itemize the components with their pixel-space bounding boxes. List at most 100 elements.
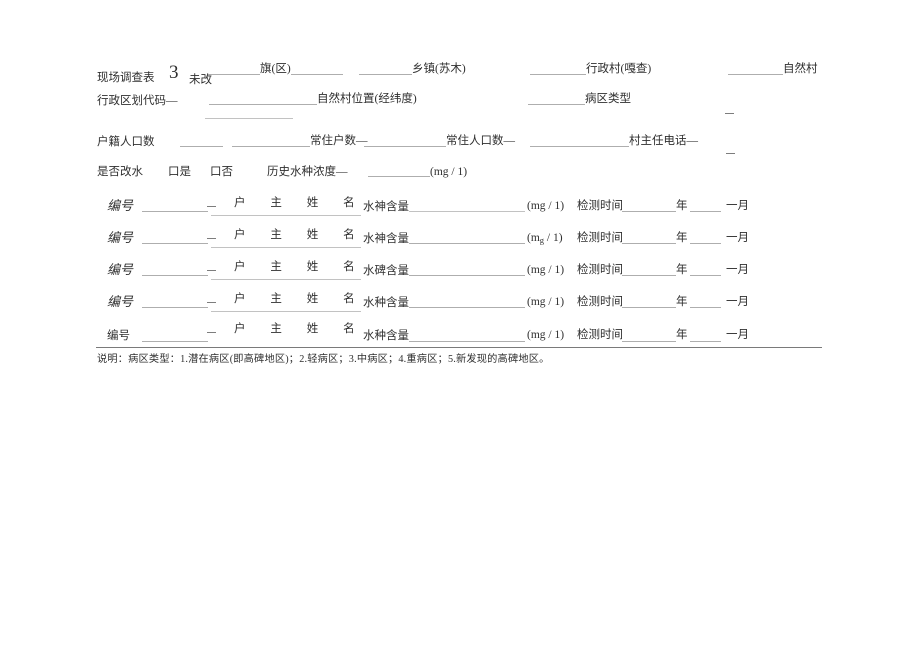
householder-blank[interactable]	[211, 215, 361, 216]
row-no-blank[interactable]	[142, 307, 208, 308]
year-blank[interactable]	[622, 307, 676, 308]
content-label: 水神含量	[363, 201, 409, 213]
document-page: 现场调查表 3 未改 旗(区) 乡镇(苏木) 行政村(嘎查) 自然村 行政区划代…	[0, 0, 920, 651]
changzhuhushu-blank[interactable]	[232, 146, 310, 147]
content-unit: (mg / 1)	[527, 296, 565, 308]
content-unit: (mg / 1)	[527, 264, 565, 276]
code-blank[interactable]	[209, 104, 317, 105]
xiangzhen-label: 乡镇(苏木)	[412, 63, 466, 75]
content-blank[interactable]	[409, 307, 525, 308]
gaishui-option-no[interactable]: 口否	[210, 166, 233, 179]
month-blank[interactable]	[690, 211, 721, 212]
row-no-label: 编号	[107, 230, 134, 245]
year-label: 年	[676, 200, 688, 212]
xingzhengcun-label: 行政村(嘎查)	[586, 63, 652, 75]
row-no-label: 编号	[107, 294, 134, 309]
content-blank[interactable]	[409, 341, 525, 342]
lishi-unit: (mg / 1)	[430, 166, 468, 178]
householder-blank[interactable]	[211, 279, 361, 280]
lishi-blank[interactable]	[368, 176, 430, 177]
header-dash-right	[725, 113, 734, 114]
householder-blank[interactable]	[211, 311, 361, 312]
householder-blank[interactable]	[211, 247, 361, 248]
hujiren-blank[interactable]	[180, 146, 223, 147]
xingzhengcun-blank[interactable]	[530, 74, 586, 75]
changzhurenkou-blank[interactable]	[364, 146, 446, 147]
content-label: 水种含量	[363, 330, 409, 342]
content-label: 水神含量	[363, 233, 409, 245]
year-label: 年	[676, 296, 688, 308]
month-label: 一月	[726, 232, 749, 244]
cunzhuren-blank[interactable]	[530, 146, 629, 147]
year-label: 年	[676, 329, 688, 341]
row-dash	[207, 270, 216, 271]
month-blank[interactable]	[690, 243, 721, 244]
row-dash	[207, 238, 216, 239]
row-no-blank[interactable]	[142, 211, 208, 212]
month-blank[interactable]	[690, 341, 721, 342]
content-unit: (mg / 1)	[527, 232, 563, 245]
month-blank[interactable]	[690, 275, 721, 276]
month-label: 一月	[726, 264, 749, 276]
month-label: 一月	[726, 296, 749, 308]
row-no-label: 编号	[107, 330, 130, 342]
code-blank-secondary[interactable]	[205, 118, 293, 119]
content-blank[interactable]	[409, 211, 525, 212]
row-no-label: 编号	[107, 262, 134, 277]
content-unit: (mg / 1)	[527, 329, 565, 341]
year-blank[interactable]	[622, 341, 676, 342]
content-unit: (mg / 1)	[527, 200, 565, 212]
content-blank[interactable]	[409, 243, 525, 244]
row-no-blank[interactable]	[142, 243, 208, 244]
month-blank[interactable]	[690, 307, 721, 308]
content-blank[interactable]	[409, 275, 525, 276]
xiangzhen-blank-a[interactable]	[291, 74, 343, 75]
bingqu-label: 病区类型	[585, 93, 631, 105]
row-dash	[207, 332, 216, 333]
xiangzhen-blank-b[interactable]	[359, 74, 412, 75]
phone-dash	[726, 153, 735, 154]
householder-label: 户 主 姓 名	[234, 261, 366, 273]
lishi-label: 历史水种浓度—	[267, 166, 348, 178]
content-label: 水碑含量	[363, 265, 409, 277]
year-blank[interactable]	[622, 275, 676, 276]
gaishui-label: 是否改水	[97, 166, 143, 178]
form-title-suffix: 未改	[189, 74, 212, 86]
householder-label: 户 主 姓 名	[234, 323, 366, 335]
time-label: 检测时间	[577, 264, 623, 276]
time-label: 检测时间	[577, 200, 623, 212]
zirancun-label: 自然村	[783, 63, 818, 75]
footnote: 说明：病区类型：1.潜在病区(即高碑地区)；2.轻病区；3.中病区；4.重病区；…	[97, 354, 550, 365]
time-label: 检测时间	[577, 329, 623, 341]
bingqu-blank[interactable]	[528, 104, 585, 105]
householder-label: 户 主 姓 名	[234, 293, 366, 305]
year-label: 年	[676, 264, 688, 276]
table-bottom-rule	[96, 347, 822, 348]
year-label: 年	[676, 232, 688, 244]
qu-label: 旗(区)	[260, 63, 291, 75]
householder-label: 户 主 姓 名	[234, 229, 366, 241]
row-no-blank[interactable]	[142, 275, 208, 276]
row-dash	[207, 206, 216, 207]
content-label: 水种含量	[363, 297, 409, 309]
row-dash	[207, 302, 216, 303]
year-blank[interactable]	[622, 243, 676, 244]
zirancun-blank[interactable]	[728, 74, 783, 75]
form-title-number: 3	[169, 62, 179, 83]
year-blank[interactable]	[622, 211, 676, 212]
householder-label: 户 主 姓 名	[234, 197, 366, 209]
row-no-blank[interactable]	[142, 341, 208, 342]
cunzhuren-label: 村主任电话—	[629, 135, 698, 147]
position-label: 自然村位置(经纬度)	[317, 93, 417, 105]
hujiren-label: 户籍人口数	[97, 136, 155, 148]
code-label: 行政区划代码—	[97, 95, 178, 107]
changzhurenkou-label: 常住人口数—	[446, 135, 515, 147]
qu-blank[interactable]	[208, 74, 260, 75]
month-label: 一月	[726, 329, 749, 341]
time-label: 检测时间	[577, 232, 623, 244]
gaishui-option-yes[interactable]: 口是	[168, 166, 191, 179]
row-no-label: 编号	[107, 198, 134, 213]
time-label: 检测时间	[577, 296, 623, 308]
month-label: 一月	[726, 200, 749, 212]
changzhuhushu-label: 常住户数—	[310, 135, 368, 147]
